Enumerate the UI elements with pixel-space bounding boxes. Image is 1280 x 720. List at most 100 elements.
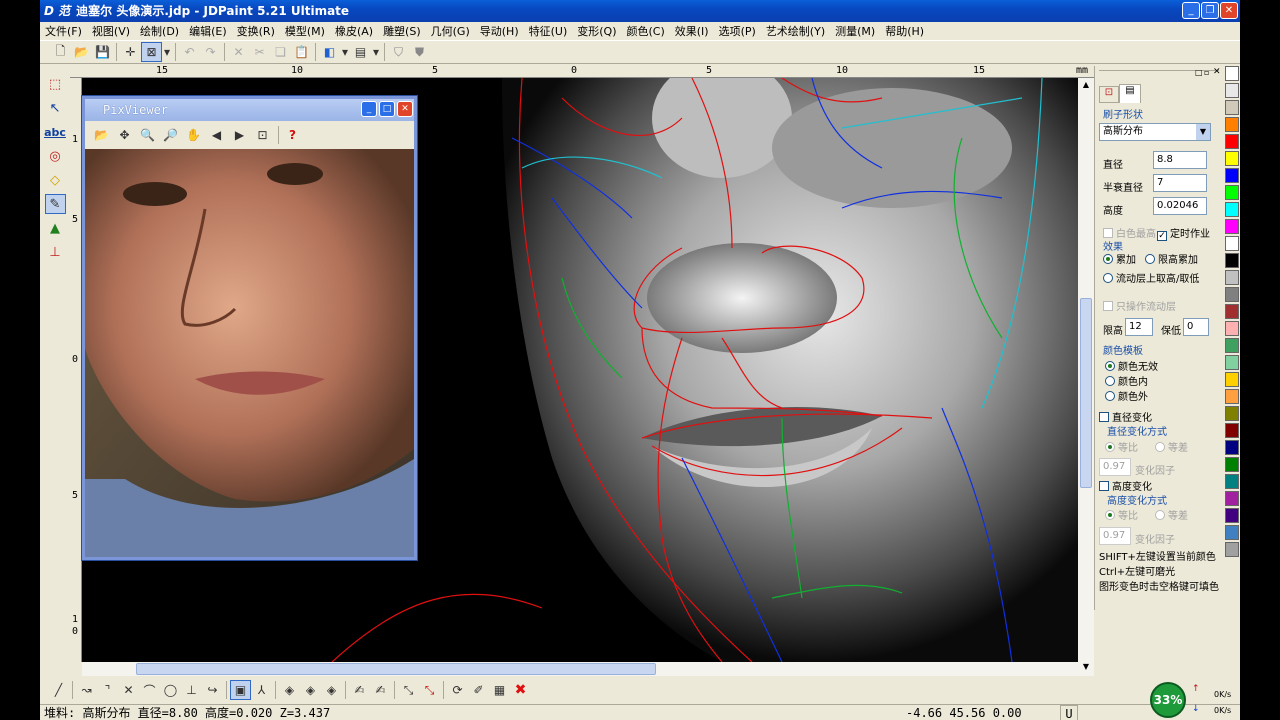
properties-tab-icon[interactable]: ▤	[1119, 84, 1141, 103]
brush-tool-icon[interactable]: ✎	[44, 194, 66, 214]
color-out-radio[interactable]: 颜色外	[1105, 388, 1148, 403]
palette-swatch[interactable]	[1225, 202, 1239, 217]
color-none-radio[interactable]: 颜色无效	[1105, 358, 1158, 373]
render-mode-icon[interactable]: ▤	[350, 42, 371, 62]
zoom-in-icon[interactable]: 🔍	[137, 125, 158, 145]
palette-swatch[interactable]	[1225, 491, 1239, 506]
line-tool-icon[interactable]: ╱	[48, 680, 69, 700]
hand-icon[interactable]: ✋	[183, 125, 204, 145]
cancel-icon[interactable]: ✖	[510, 680, 531, 700]
transform-icon[interactable]: ⟳	[447, 680, 468, 700]
maximize-button[interactable]: ❐	[1201, 2, 1219, 19]
next-icon[interactable]: ▶	[229, 125, 250, 145]
timed-work-checkbox[interactable]: ✓ 定时作业	[1157, 225, 1210, 241]
scroll-down-arrow-icon[interactable]: ▼	[1080, 662, 1092, 674]
pixviewer-close-button[interactable]: ✕	[397, 101, 413, 117]
menu-item-3[interactable]: 编辑(E)	[184, 23, 232, 39]
palette-swatch[interactable]	[1225, 287, 1239, 302]
rectangle-select-icon[interactable]: ⬚	[45, 74, 66, 94]
vertical-scroll-thumb[interactable]	[1080, 298, 1092, 488]
palette-swatch[interactable]	[1225, 134, 1239, 149]
vertical-scrollbar[interactable]: ▲ ▼	[1078, 78, 1094, 676]
palette-swatch[interactable]	[1225, 355, 1239, 370]
circle-tool-icon[interactable]: ◎	[45, 146, 66, 166]
palette-swatch[interactable]	[1225, 151, 1239, 166]
menu-item-4[interactable]: 变换(R)	[232, 23, 280, 39]
palette-swatch[interactable]	[1225, 372, 1239, 387]
palette-swatch[interactable]	[1225, 508, 1239, 523]
redo-icon[interactable]: ↷	[200, 42, 221, 62]
pick-icon[interactable]: ⤡	[398, 680, 419, 700]
palette-swatch[interactable]	[1225, 338, 1239, 353]
panel-restore-icon[interactable]: ▫	[1204, 68, 1209, 77]
arc-icon[interactable]: ⌒	[139, 680, 160, 700]
chevron-down-icon[interactable]: ▼	[1196, 124, 1210, 140]
corner-icon[interactable]: ⌝	[97, 680, 118, 700]
dia-factor-input[interactable]: 0.97	[1099, 458, 1131, 476]
shield-fill-icon[interactable]: ⛊	[409, 42, 430, 62]
palette-swatch[interactable]	[1225, 525, 1239, 540]
brush-pen2-icon[interactable]: ✍	[370, 680, 391, 700]
paste-icon[interactable]: 📋	[291, 42, 312, 62]
palette-swatch[interactable]	[1225, 253, 1239, 268]
menu-item-1[interactable]: 视图(V)	[87, 23, 135, 39]
delete-icon[interactable]: ✕	[228, 42, 249, 62]
text-tool-icon[interactable]: abc	[44, 122, 66, 142]
node-diamond3-icon[interactable]: ◈	[321, 680, 342, 700]
panel-close-icon[interactable]: ✕	[1213, 67, 1221, 77]
palette-swatch[interactable]	[1225, 542, 1239, 557]
palette-swatch[interactable]	[1225, 406, 1239, 421]
axis-icon[interactable]: ⅄	[251, 680, 272, 700]
brush-pen-icon[interactable]: ✍	[349, 680, 370, 700]
dia-equal-ratio-radio[interactable]: 等比	[1105, 439, 1138, 454]
palette-swatch[interactable]	[1225, 185, 1239, 200]
palette-swatch[interactable]	[1225, 389, 1239, 404]
close-button[interactable]: ✕	[1220, 2, 1238, 19]
crosshair-icon[interactable]: ✛	[120, 42, 141, 62]
menu-item-0[interactable]: 文件(F)	[40, 23, 87, 39]
palette-swatch[interactable]	[1225, 236, 1239, 251]
measure-pen-icon[interactable]: ✐	[468, 680, 489, 700]
palette-swatch[interactable]	[1225, 219, 1239, 234]
menu-item-5[interactable]: 模型(M)	[280, 23, 330, 39]
node-diamond2-icon[interactable]: ◈	[300, 680, 321, 700]
palette-swatch[interactable]	[1225, 83, 1239, 98]
effect-flow-radio[interactable]: 流动层上取高/取低	[1103, 270, 1199, 285]
zoom-fit-icon[interactable]: ⊡	[252, 125, 273, 145]
palette-swatch[interactable]	[1225, 66, 1239, 81]
menu-item-9[interactable]: 导动(H)	[475, 23, 524, 39]
palette-swatch[interactable]	[1225, 270, 1239, 285]
half-diameter-input[interactable]: 7	[1153, 174, 1207, 192]
menu-item-7[interactable]: 雕塑(S)	[378, 23, 426, 39]
cut-icon[interactable]: ✂	[249, 42, 270, 62]
diameter-input[interactable]: 8.8	[1153, 151, 1207, 169]
height-input[interactable]: 0.02046	[1153, 197, 1207, 215]
horizontal-scrollbar[interactable]	[82, 662, 1078, 676]
move-icon[interactable]: ✥	[114, 125, 135, 145]
cross-icon[interactable]: ✕	[118, 680, 139, 700]
height-equal-ratio-radio[interactable]: 等比	[1105, 507, 1138, 522]
dropdown-arrow-icon[interactable]: ▾	[371, 42, 381, 62]
circle-node-icon[interactable]: ◯	[160, 680, 181, 700]
menu-item-8[interactable]: 几何(G)	[426, 23, 475, 39]
fill-tool-icon[interactable]: ▲	[45, 218, 66, 238]
palette-swatch[interactable]	[1225, 440, 1239, 455]
diamond-tool-icon[interactable]: ◇	[45, 170, 66, 190]
undo-icon[interactable]: ↶	[179, 42, 200, 62]
palette-swatch[interactable]	[1225, 321, 1239, 336]
height-change-checkbox[interactable]: 高度变化	[1099, 478, 1152, 493]
open-folder-icon[interactable]: 📂	[91, 125, 112, 145]
shield-icon[interactable]: ⛉	[388, 42, 409, 62]
palette-swatch[interactable]	[1225, 100, 1239, 115]
palette-swatch[interactable]	[1225, 457, 1239, 472]
scroll-up-arrow-icon[interactable]: ▲	[1080, 80, 1092, 92]
point-snap-icon[interactable]: ▣	[230, 680, 251, 700]
dia-equal-diff-radio[interactable]: 等差	[1155, 439, 1188, 454]
curve-snap-icon[interactable]: ↝	[76, 680, 97, 700]
color-in-radio[interactable]: 颜色内	[1105, 373, 1148, 388]
menu-item-14[interactable]: 选项(P)	[714, 23, 761, 39]
menu-item-10[interactable]: 特征(U)	[524, 23, 573, 39]
menu-item-17[interactable]: 帮助(H)	[880, 23, 929, 39]
pick-red-icon[interactable]: ⤡	[419, 680, 440, 700]
limit-low-input[interactable]: 0	[1183, 318, 1209, 336]
